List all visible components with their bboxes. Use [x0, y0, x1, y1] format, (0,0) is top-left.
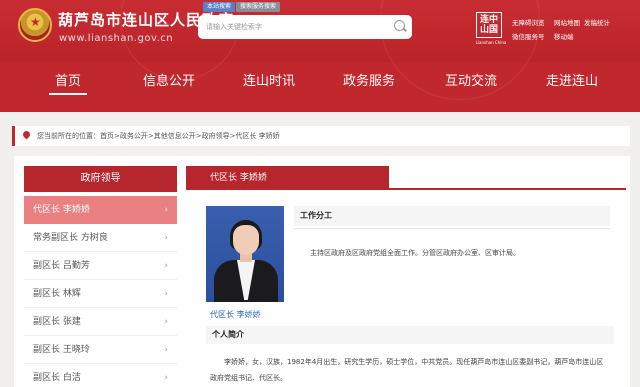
portrait-photo: [206, 206, 284, 302]
nav-gov-services[interactable]: 政务服务: [343, 70, 395, 89]
location-pin-icon: [21, 129, 32, 140]
search-tab-service[interactable]: 搜索服务搜索: [236, 2, 281, 12]
breadcrumb-text[interactable]: 您当前所在的位置：首页>政务公开>其他信息公开>政府领导>代区长 李娇娇: [37, 131, 280, 141]
lianshan-logo-icon: 连中 山国: [476, 12, 502, 38]
chevron-right-icon: ›: [164, 373, 168, 383]
main-content: 代区长 李娇娇 代区长 李娇娇 工作分工 主持区政府及区政府党组全面工作。分管区…: [186, 156, 630, 387]
bio-section-title: 个人简介: [206, 326, 614, 344]
chevron-right-icon: ›: [164, 261, 168, 271]
link-wechat[interactable]: 微信服务号: [512, 31, 545, 41]
sidebar-item-bai-jie[interactable]: 副区长 白洁 ›: [24, 364, 177, 387]
sidebar-item-label: 副区长 吕勤芳: [33, 261, 90, 271]
chevron-right-icon: ›: [164, 345, 168, 355]
chevron-right-icon: ›: [164, 205, 168, 215]
sidebar-title: 政府领导: [24, 166, 177, 192]
sidebar-item-lin-hui[interactable]: 副区长 林辉 ›: [24, 280, 177, 308]
site-url: www.lianshan.gov.cn: [59, 33, 174, 44]
logo-subtext: Lianshan China: [475, 40, 507, 45]
search-input[interactable]: [206, 19, 386, 35]
link-accessibility[interactable]: 无障碍浏览: [512, 17, 545, 27]
search-box: [198, 15, 412, 39]
nav-news[interactable]: 连山时讯: [243, 70, 295, 89]
sidebar-item-lv-qinfang[interactable]: 副区长 吕勤芳 ›: [24, 252, 177, 280]
duty-text: 主持区政府及区政府党组全面工作。分管区政府办公室、区审计局。: [310, 249, 520, 257]
sidebar-item-label: 常务副区长 方树良: [33, 233, 108, 243]
nav-home[interactable]: 首页: [48, 70, 88, 95]
sidebar-item-label: 副区长 白洁: [33, 373, 81, 383]
sidebar-item-label: 副区长 王晓玲: [33, 345, 90, 355]
nav-interaction[interactable]: 互动交流: [445, 70, 497, 89]
divider: [294, 228, 610, 229]
chevron-right-icon: ›: [164, 317, 168, 327]
nav-info-disclosure[interactable]: 信息公开: [143, 70, 195, 89]
sidebar-item-label: 副区长 林辉: [33, 289, 81, 299]
breadcrumb: 您当前所在的位置：首页>政务公开>其他信息公开>政府领导>代区长 李娇娇: [12, 126, 630, 146]
link-mobile[interactable]: 移动端: [554, 31, 574, 41]
national-emblem-icon: [18, 8, 52, 42]
sidebar: 政府领导 代区长 李娇娇 › 常务副区长 方树良 › 副区长 吕勤芳 › 副区长 林辉…: [14, 156, 186, 387]
main-nav: 首页 信息公开 连山时讯 政务服务 互动交流 走进连山: [0, 62, 640, 98]
sidebar-item-label: 代区长 李娇娇: [33, 205, 90, 215]
link-sitemap[interactable]: 网站地图: [554, 17, 580, 27]
sidebar-item-li-jiaojiao[interactable]: 代区长 李娇娇 ›: [24, 196, 177, 224]
chevron-right-icon: ›: [164, 233, 168, 243]
sidebar-item-label: 副区长 张建: [33, 317, 81, 327]
duty-section-title: 工作分工: [294, 206, 610, 226]
sidebar-item-wang-xiaoling[interactable]: 副区长 王晓玲 ›: [24, 336, 177, 364]
nav-about[interactable]: 走进连山: [546, 70, 598, 89]
content-title: 代区长 李娇娇: [186, 166, 389, 190]
photo-caption[interactable]: 代区长 李娇娇: [210, 309, 261, 320]
sidebar-item-fang-shuliang[interactable]: 常务副区长 方树良 ›: [24, 224, 177, 252]
content-header: 代区长 李娇娇: [186, 166, 626, 190]
bio-text: 李娇娇，女，汉族，1982年4月出生，研究生学历，硕士学位，中共党员。现任葫芦岛…: [210, 358, 604, 382]
sidebar-item-zhang-jian[interactable]: 副区长 张建 ›: [24, 308, 177, 336]
search-icon[interactable]: [394, 20, 405, 31]
site-header: 葫芦岛市连山区人民政府 www.lianshan.gov.cn 本站搜索 搜索服…: [0, 0, 640, 112]
chevron-right-icon: ›: [164, 289, 168, 299]
link-publish-stats[interactable]: 发稿统计: [584, 17, 610, 27]
search-tab-site[interactable]: 本站搜索: [203, 2, 236, 12]
